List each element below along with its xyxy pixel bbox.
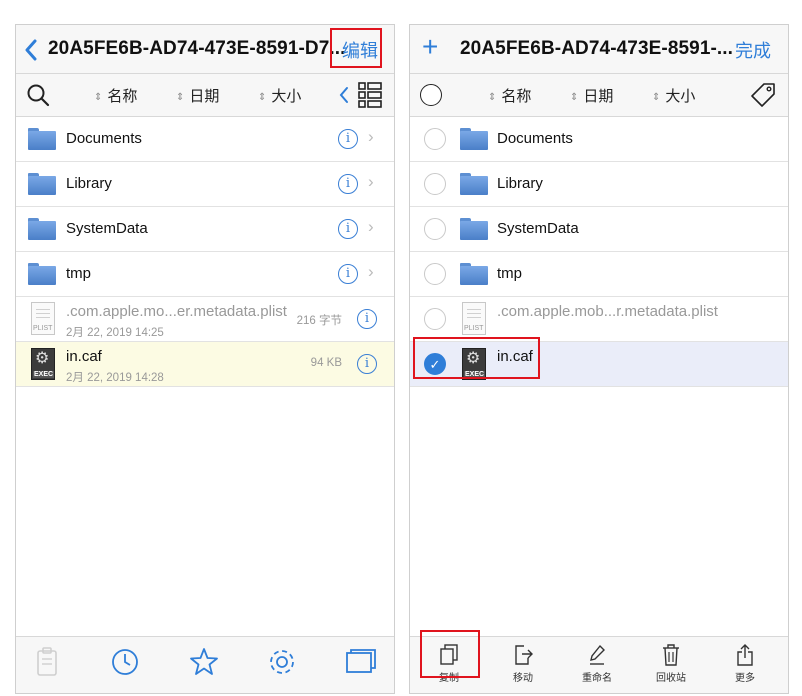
file-row-metadata-plist[interactable]: PLIST .com.apple.mob...r.metadata.plist	[410, 297, 788, 342]
file-date: 2月 22, 2019 14:28	[66, 372, 164, 384]
folder-icon	[460, 173, 488, 195]
file-row-library[interactable]: Library i ›	[16, 162, 394, 207]
select-circle[interactable]	[424, 128, 446, 150]
sort-by-size[interactable]: ⇕ 大小	[258, 85, 301, 106]
file-row-metadata-plist[interactable]: PLIST .com.apple.mo...er.metadata.plist …	[16, 297, 394, 342]
file-name: Library	[497, 175, 543, 192]
more-label: 更多	[735, 673, 755, 684]
sort-by-date[interactable]: ⇕ 日期	[570, 85, 613, 106]
select-all-circle[interactable]	[420, 84, 442, 106]
share-icon	[737, 644, 753, 666]
file-row-documents[interactable]: Documents i ›	[16, 117, 394, 162]
sort-by-date[interactable]: ⇕ 日期	[176, 85, 219, 106]
done-button[interactable]: 完成	[735, 37, 771, 63]
right-nav-bar: + 20A5FE6B-AD74-473E-8591-... 完成	[410, 25, 788, 74]
select-circle[interactable]	[424, 263, 446, 285]
chevron-right-icon: ›	[368, 127, 374, 146]
gear-icon[interactable]	[265, 645, 299, 679]
plist-file-icon: PLIST	[31, 302, 55, 335]
file-name: in.caf	[66, 348, 102, 365]
rename-button[interactable]: 重命名	[572, 643, 622, 684]
file-date: 2月 22, 2019 14:25	[66, 327, 164, 339]
sort-by-size[interactable]: ⇕ 大小	[652, 85, 695, 106]
select-circle[interactable]	[424, 218, 446, 240]
file-name: .com.apple.mob...r.metadata.plist	[497, 303, 718, 320]
file-name: SystemData	[66, 220, 148, 237]
exec-file-icon: ⚙ EXEC	[31, 348, 55, 380]
folder-icon	[28, 218, 56, 240]
copy-button-highlight	[420, 630, 480, 678]
clock-icon[interactable]	[108, 645, 142, 679]
file-name: Documents	[497, 130, 573, 147]
folder-icon	[460, 218, 488, 240]
right-sort-bar: ⇕ 名称 ⇕ 日期 ⇕ 大小	[410, 74, 788, 117]
info-icon[interactable]: i	[338, 264, 358, 284]
selected-file-highlight	[413, 337, 540, 379]
folder-icon	[28, 173, 56, 195]
chevron-right-icon: ›	[368, 262, 374, 281]
add-button[interactable]: +	[422, 31, 438, 63]
clipboard-icon[interactable]	[30, 645, 64, 679]
more-button[interactable]: 更多	[720, 643, 770, 684]
file-name: tmp	[497, 265, 523, 282]
info-icon[interactable]: i	[338, 219, 358, 239]
folder-title: 20A5FE6B-AD74-473E-8591-D7...	[48, 38, 346, 59]
info-icon[interactable]: i	[357, 309, 377, 329]
folder-icon	[28, 128, 56, 150]
move-button[interactable]: 移动	[498, 643, 548, 684]
file-name: Documents	[66, 130, 142, 147]
sort-by-name[interactable]: ⇕ 名称	[488, 85, 531, 106]
info-icon[interactable]: i	[338, 129, 358, 149]
plist-file-icon: PLIST	[462, 302, 486, 335]
file-name: .com.apple.mo...er.metadata.plist	[66, 303, 287, 320]
select-circle[interactable]	[424, 308, 446, 330]
file-size: 216 字节	[296, 315, 342, 327]
folder-title: 20A5FE6B-AD74-473E-8591-...	[460, 38, 734, 59]
file-name: tmp	[66, 265, 92, 282]
file-row-systemdata[interactable]: SystemData i ›	[16, 207, 394, 252]
file-name: Library	[66, 175, 112, 192]
pen-icon	[590, 644, 605, 665]
windows-icon[interactable]	[344, 645, 378, 679]
move-icon	[515, 645, 533, 665]
folder-icon	[28, 263, 56, 285]
chevron-right-icon: ›	[368, 172, 374, 191]
file-name: SystemData	[497, 220, 579, 237]
star-icon[interactable]	[187, 645, 221, 679]
folder-icon	[460, 128, 488, 150]
grid-view-icon[interactable]	[358, 82, 382, 108]
left-file-browser: 20A5FE6B-AD74-473E-8591-D7... 编辑 ⇕ 名称 ⇕ 日期…	[15, 24, 395, 694]
file-row-in-caf[interactable]: ⚙ EXEC in.caf 2月 22, 2019 14:28 94 KB i	[16, 342, 394, 387]
info-icon[interactable]: i	[338, 174, 358, 194]
file-row-tmp[interactable]: tmp	[410, 252, 788, 297]
folder-icon	[460, 263, 488, 285]
left-tab-bar	[16, 636, 394, 693]
file-size: 94 KB	[310, 357, 342, 369]
edit-button-highlight	[330, 28, 382, 68]
trash-icon	[663, 644, 679, 666]
sort-by-name[interactable]: ⇕ 名称	[94, 85, 137, 106]
tag-icon[interactable]	[750, 82, 776, 108]
file-row-tmp[interactable]: tmp i ›	[16, 252, 394, 297]
move-label: 移动	[513, 673, 533, 684]
rename-label: 重命名	[582, 673, 612, 684]
file-row-systemdata[interactable]: SystemData	[410, 207, 788, 252]
collapse-chevron-icon[interactable]	[338, 86, 350, 104]
file-row-documents[interactable]: Documents	[410, 117, 788, 162]
chevron-right-icon: ›	[368, 217, 374, 236]
recycle-bin-button[interactable]: 回收站	[646, 643, 696, 684]
search-icon[interactable]	[26, 83, 50, 107]
info-icon[interactable]: i	[357, 354, 377, 374]
select-circle[interactable]	[424, 173, 446, 195]
back-chevron-icon[interactable]	[24, 39, 38, 61]
file-row-library[interactable]: Library	[410, 162, 788, 207]
recycle-label: 回收站	[656, 673, 686, 684]
left-sort-bar: ⇕ 名称 ⇕ 日期 ⇕ 大小	[16, 74, 394, 117]
